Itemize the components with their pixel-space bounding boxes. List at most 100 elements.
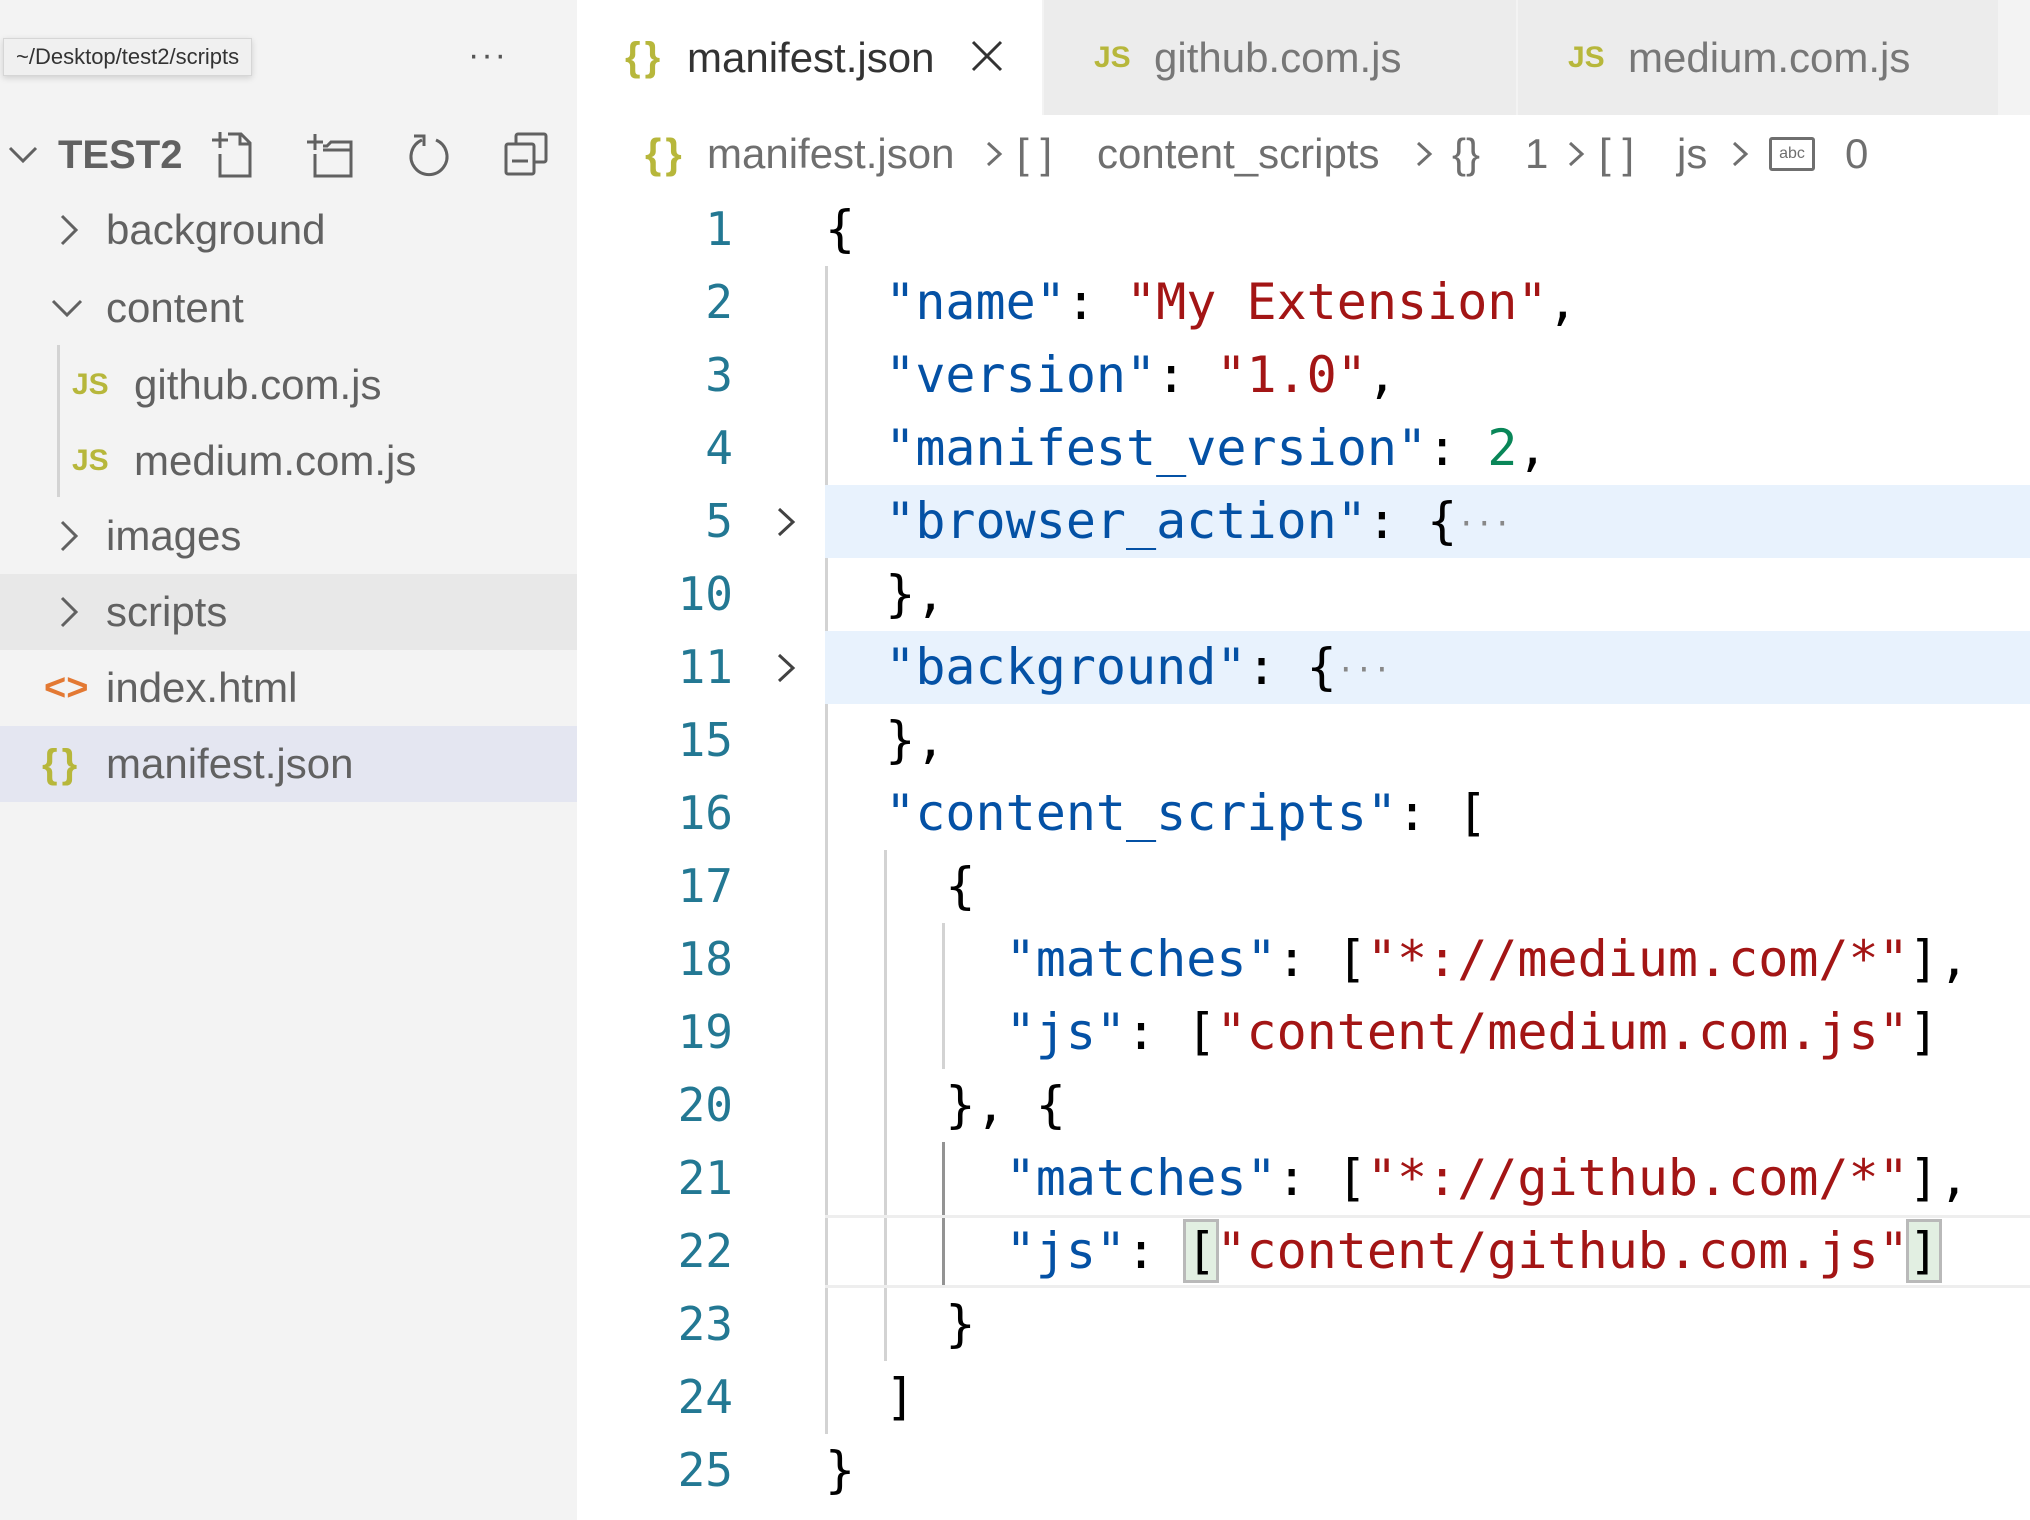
tree-item-label: scripts <box>106 588 228 635</box>
tab-github-com-js[interactable]: JS github.com.js <box>1044 0 1518 115</box>
breadcrumb: {} manifest.json [ ] content_scripts {} … <box>577 115 2030 193</box>
folded-ellipsis[interactable]: ··· <box>1337 653 1391 688</box>
chevron-right-icon <box>986 141 1003 167</box>
explorer-sidebar: ~/Desktop/test2/scripts ··· TEST2 backgr… <box>0 0 578 1520</box>
js-file-icon: JS <box>72 444 109 477</box>
code-line: 4 "manifest_version": 2, <box>577 412 2030 485</box>
explorer-section-header[interactable]: TEST2 <box>0 122 577 188</box>
breadcrumb-item-js[interactable]: js <box>1677 115 1707 193</box>
code-editor[interactable]: 1 { 2 "name": "My Extension", 3 "version… <box>577 193 2030 1520</box>
line-number: 11 <box>677 640 733 694</box>
tree-item-label: background <box>106 206 326 253</box>
breadcrumb-item-manifest-json[interactable]: manifest.json <box>707 115 954 193</box>
tree-folder-content[interactable]: content <box>0 270 577 346</box>
code-line: 25 } <box>577 1434 2030 1507</box>
tree-item-label: github.com.js <box>134 361 382 408</box>
html-file-icon: <> <box>44 667 89 709</box>
tab-label: medium.com.js <box>1628 34 1911 81</box>
line-number: 5 <box>705 494 733 548</box>
js-file-icon: JS <box>1568 41 1605 74</box>
code-line: 2 "name": "My Extension", <box>577 266 2030 339</box>
tab-manifest-json[interactable]: {} manifest.json <box>577 0 1044 115</box>
line-number: 17 <box>677 859 733 913</box>
tree-item-label: content <box>106 284 244 331</box>
code-line-folded[interactable]: 11 "background": {··· <box>678 631 2030 704</box>
new-folder-icon[interactable] <box>305 130 355 180</box>
line-number: 18 <box>677 932 733 986</box>
close-icon[interactable] <box>967 36 1007 76</box>
code-line: 16 "content_scripts": [ <box>577 777 2030 850</box>
code-line: 20 }, { <box>577 1069 2030 1142</box>
breadcrumb-item-1[interactable]: 1 <box>1525 115 1548 193</box>
tree-folder-images[interactable]: images <box>0 498 577 574</box>
js-file-icon: JS <box>72 368 109 401</box>
array-icon: [ ] <box>1017 130 1053 177</box>
explorer-title: TEST2 <box>58 133 183 177</box>
path-tooltip: ~/Desktop/test2/scripts <box>3 38 253 76</box>
line-number: 4 <box>705 421 733 475</box>
chevron-down-icon <box>51 299 83 318</box>
code-line: 1 { <box>577 193 2030 266</box>
line-number: 25 <box>677 1443 733 1497</box>
line-number: 10 <box>677 567 733 621</box>
tree-item-label: manifest.json <box>106 740 354 787</box>
object-icon: {} <box>1452 130 1481 177</box>
bracket-match-open: [ <box>1183 1219 1220 1283</box>
fold-chevron-right-icon[interactable] <box>773 506 799 538</box>
tree-item-label: medium.com.js <box>134 437 417 484</box>
tree-folder-scripts[interactable]: scripts <box>0 574 577 650</box>
folded-ellipsis[interactable]: ··· <box>1457 507 1511 542</box>
tab-label: github.com.js <box>1154 34 1402 81</box>
breadcrumb-item-0[interactable]: 0 <box>1845 115 1868 193</box>
code-line-current: 22 "js": ["content/github.com.js"] <box>577 1215 2030 1288</box>
code-line: 17 { <box>577 850 2030 923</box>
line-number: 16 <box>677 786 733 840</box>
tree-file-index-html[interactable]: <> index.html <box>0 650 577 726</box>
chevron-right-icon <box>60 520 79 552</box>
line-number: 22 <box>677 1224 733 1278</box>
collapse-all-icon[interactable] <box>502 130 552 180</box>
line-number: 23 <box>677 1297 733 1351</box>
line-number: 3 <box>705 348 733 402</box>
breadcrumb-item-content-scripts[interactable]: content_scripts <box>1097 115 1379 193</box>
line-number: 15 <box>677 713 733 767</box>
line-number: 21 <box>677 1151 733 1205</box>
chevron-right-icon <box>60 596 79 628</box>
chevron-right-icon <box>1416 141 1433 167</box>
tree-item-label: images <box>106 512 242 559</box>
tree-file-manifest-json[interactable]: {} manifest.json <box>0 726 577 802</box>
code-line-folded[interactable]: 5 "browser_action": {··· <box>705 485 2030 558</box>
fold-chevron-right-icon[interactable] <box>773 652 799 684</box>
more-actions-icon[interactable]: ··· <box>458 30 518 80</box>
bracket-match-close: ] <box>1905 1219 1942 1283</box>
tab-medium-com-js[interactable]: JS medium.com.js <box>1518 0 2000 115</box>
code-line: 10 }, <box>577 558 2030 631</box>
code-line: 23 } <box>577 1288 2030 1361</box>
js-file-icon: JS <box>1094 41 1131 74</box>
code-line: 19 "js": ["content/medium.com.js"] <box>577 996 2030 1069</box>
line-number: 20 <box>677 1078 733 1132</box>
string-icon: abc <box>1769 137 1815 171</box>
line-number: 2 <box>705 275 733 329</box>
chevron-right-icon <box>1568 141 1585 167</box>
line-number: 24 <box>677 1370 733 1424</box>
json-file-icon: {} <box>625 35 665 79</box>
code-line: 21 "matches": ["*://github.com/*"], <box>577 1142 2030 1215</box>
tree-file-medium-com-js[interactable]: JS medium.com.js <box>0 423 577 499</box>
json-file-icon: {} <box>645 130 686 177</box>
array-icon: [ ] <box>1599 130 1635 177</box>
chevron-right-icon <box>60 214 79 246</box>
refresh-icon[interactable] <box>404 130 454 180</box>
tree-file-github-com-js[interactable]: JS github.com.js <box>0 347 577 423</box>
new-file-icon[interactable] <box>208 130 258 180</box>
chevron-right-icon <box>1732 141 1749 167</box>
tab-label: manifest.json <box>687 34 935 81</box>
chevron-down-icon <box>8 146 38 164</box>
tree-item-label: index.html <box>106 664 298 711</box>
code-line: 15 }, <box>577 704 2030 777</box>
editor-tab-bar: {} manifest.json JS github.com.js JS med… <box>577 0 2030 115</box>
code-line: 24 ] <box>577 1361 2030 1434</box>
tree-folder-background[interactable]: background <box>0 192 577 268</box>
code-line: 18 "matches": ["*://medium.com/*"], <box>577 923 2030 996</box>
code-line: 3 "version": "1.0", <box>577 339 2030 412</box>
